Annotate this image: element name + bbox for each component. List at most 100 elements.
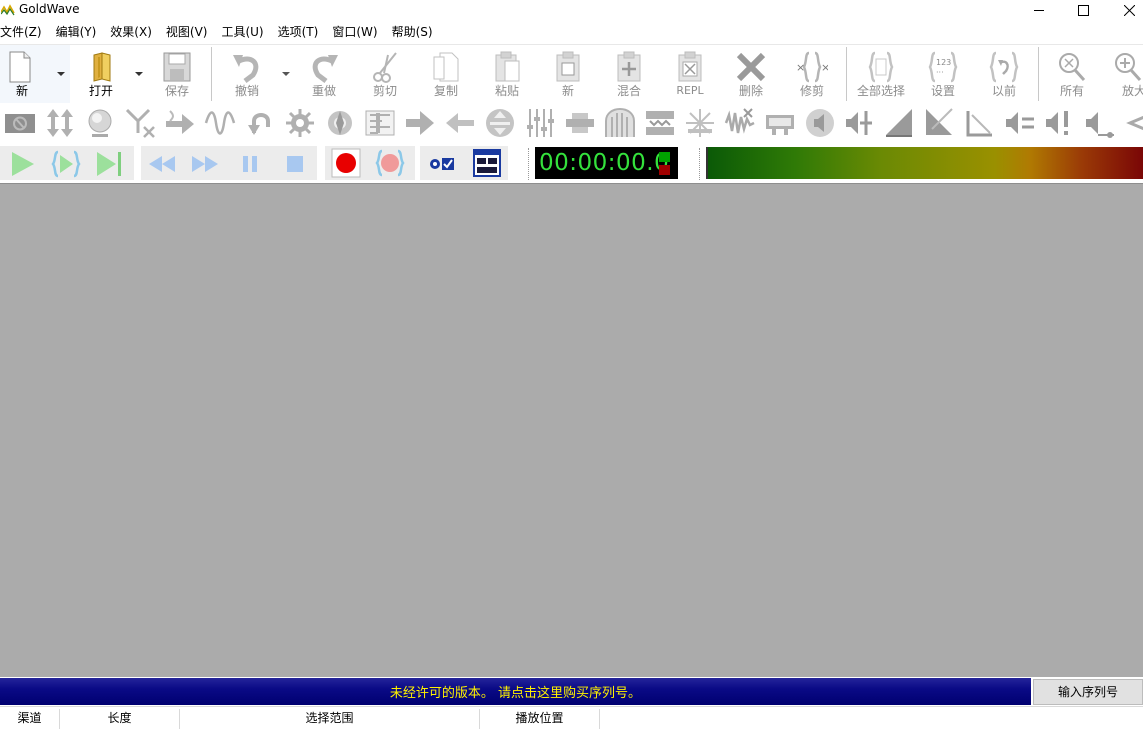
maximize-button[interactable] [1060,0,1106,20]
set-label: 设置 [930,84,955,98]
trim-button[interactable]: × × 修剪 [789,45,835,103]
menu-view[interactable]: 视图(V) [166,22,215,43]
previous-button[interactable]: 以前 [981,45,1027,103]
workspace-area[interactable] [0,183,1143,677]
compress-icon[interactable] [484,107,516,139]
undo-button[interactable]: 撤销 [224,45,270,103]
save-disk-icon [163,52,191,82]
stop-icon[interactable] [280,149,310,179]
volume-equal-icon[interactable] [1004,107,1036,139]
declick-icon[interactable] [724,107,756,139]
set-button[interactable]: 123 ··· 设置 [920,45,966,103]
reverse-icon[interactable] [244,107,276,139]
cut-button[interactable]: 剪切 [362,45,408,103]
enter-serial-button[interactable]: 输入序列号 [1033,679,1143,705]
shape-volume-icon[interactable] [964,107,996,139]
main-toolbar: 新 打开 保存 撤销 重做 剪切 复制 粘贴 新 混合 REPL 删除 × × … [0,44,1143,103]
stereo-icon[interactable] [1124,107,1143,139]
new-dropdown-arrow[interactable] [57,72,65,76]
fast-forward-icon[interactable] [190,149,220,179]
new-file-icon [9,51,31,83]
status-bar: 渠道 长度 选择范围 播放位置 [0,706,1143,731]
minimize-icon [1033,9,1044,11]
play-indicator [659,152,670,162]
new-label: 新 [15,84,28,98]
unlicensed-banner[interactable]: 未经许可的版本。 请点击这里购买序列号。 [0,678,1031,705]
delete-button[interactable]: 删除 [728,45,774,103]
disabled-effect-icon[interactable] [4,107,36,139]
menu-window[interactable]: 窗口(W) [332,22,384,43]
back-arrow-icon[interactable] [444,107,476,139]
svg-text:×: × [821,61,828,74]
device-controls-icon[interactable] [427,149,457,179]
window-layout-icon[interactable] [472,148,502,178]
speaker-icon[interactable] [804,107,836,139]
close-icon [1123,4,1135,16]
zoom-in-icon [1115,53,1142,82]
noise-filter-icon[interactable] [644,107,676,139]
volume-plus-icon[interactable] [844,107,876,139]
doppler-icon[interactable] [324,107,356,139]
view-all-label: 所有 [1059,84,1084,98]
close-button[interactable] [1106,0,1143,20]
title-bar: GoldWave [0,0,1143,20]
replace-icon [678,51,702,82]
scissors-icon [373,52,397,83]
paste-new-button[interactable]: 新 [545,45,591,103]
paste-new-icon [556,51,580,82]
silence-icon[interactable] [764,107,796,139]
pan-right-icon[interactable] [164,107,196,139]
select-all-button[interactable]: 全部选择 [852,45,910,103]
menu-tools[interactable]: 工具(U) [221,22,270,43]
open-dropdown-arrow[interactable] [135,72,143,76]
menu-edit[interactable]: 编辑(Y) [56,22,104,43]
menu-file[interactable]: 文件(Z) [0,22,49,43]
view-all-button[interactable]: 所有 [1049,45,1095,103]
pause-icon[interactable] [235,149,265,179]
delete-label: 删除 [738,84,763,98]
zoom-in-button[interactable]: 放大 [1110,45,1143,103]
waveform-icon[interactable] [204,107,236,139]
record-selection-icon[interactable] [375,148,405,178]
redo-icon [312,55,338,83]
play-to-end-icon[interactable] [94,149,124,179]
paste-label: 粘贴 [494,84,519,98]
menu-effects[interactable]: 效果(X) [110,22,159,43]
toolbar-grip [528,148,529,180]
mix-label: 混合 [616,84,641,98]
paste-button[interactable]: 粘贴 [484,45,530,103]
mix-button[interactable]: 混合 [606,45,652,103]
copy-button[interactable]: 复制 [423,45,469,103]
menu-options[interactable]: 选项(T) [278,22,326,43]
mixer-sliders-icon[interactable] [524,107,556,139]
equalizer-icon[interactable] [364,107,396,139]
redo-button[interactable]: 重做 [301,45,347,103]
forward-arrow-icon[interactable] [404,107,436,139]
replace-button[interactable]: REPL [667,45,713,103]
play-selection-icon[interactable] [51,149,81,179]
record-icon[interactable] [331,148,361,178]
sphere-echo-icon[interactable] [84,107,116,139]
volume-arrows-icon[interactable] [44,107,76,139]
volume-match-icon[interactable] [1084,107,1116,139]
zoom-in-label: 放大 [1122,84,1143,98]
open-button[interactable]: 打开 [78,45,124,103]
gear-effect-icon[interactable] [284,107,316,139]
fade-out-icon[interactable] [924,107,956,139]
toolbar-separator [211,47,212,101]
volume-max-icon[interactable] [1044,107,1076,139]
menu-help[interactable]: 帮助(S) [392,22,440,43]
offset-icon[interactable] [564,107,596,139]
minimize-button[interactable] [1016,0,1062,20]
undo-dropdown-arrow[interactable] [282,72,290,76]
channel-mix-icon[interactable] [124,107,156,139]
fade-in-icon[interactable] [884,107,916,139]
save-button[interactable]: 保存 [154,45,200,103]
spark-icon[interactable] [684,107,716,139]
resample-icon[interactable] [604,107,636,139]
paste-clipboard-icon [495,51,520,82]
play-icon[interactable] [8,149,38,179]
copy-label: 复制 [433,84,458,98]
rewind-icon[interactable] [147,149,177,179]
zoom-all-icon [1059,53,1086,82]
